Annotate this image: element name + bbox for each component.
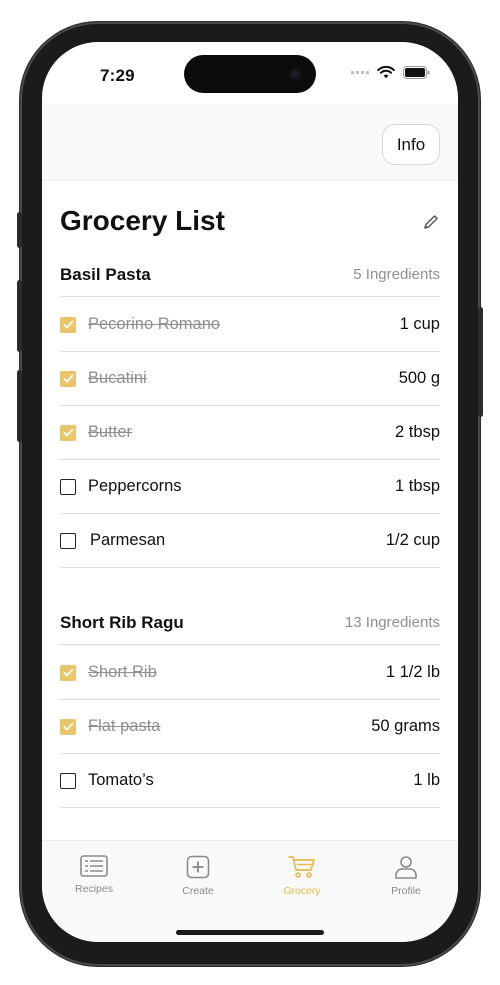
tab-label: Profile [391,885,421,897]
tab-grocery[interactable]: Grocery [250,855,354,897]
item-name: Bucatini [88,369,147,387]
item-quantity: 1 cup [399,315,440,333]
battery-icon [403,66,430,79]
checkmark-icon [62,722,74,731]
item-quantity: 500 g [398,369,440,387]
dynamic-island [184,55,316,93]
checkbox-checked[interactable] [60,424,76,441]
tab-label: Recipes [75,883,113,895]
item-quantity: 2 tbsp [395,423,440,441]
list-item[interactable]: Bucatini 500 g [60,352,440,406]
section-header-short-rib-ragu: Short Rib Ragu 13 Ingredients [60,601,440,645]
tab-recipes[interactable]: Recipes [42,855,146,895]
ingredient-count: 13 Ingredients [344,614,440,631]
camera-icon [288,67,302,81]
tab-label: Create [182,885,214,897]
status-icons [351,66,430,79]
screen: 7:29 Info Grocery List Basil Pasta 5 Ing… [42,42,458,942]
item-quantity: 50 grams [371,717,440,735]
wifi-icon [377,66,395,79]
volume-down-button [17,370,22,442]
item-name: Peppercorns [88,477,182,495]
list-item[interactable]: Tomato’s 1 lb [60,754,440,808]
checkbox-unchecked[interactable] [60,478,76,495]
section-title: Basil Pasta [60,264,151,284]
info-button[interactable]: Info [382,124,440,165]
list-item[interactable]: Butter 2 tbsp [60,406,440,460]
checkbox-checked[interactable] [60,718,76,735]
home-indicator [176,930,324,935]
person-icon [395,856,417,879]
status-time: 7:29 [100,66,135,85]
list-item[interactable]: Flat pasta 50 grams [60,700,440,754]
item-quantity: 1 1/2 lb [385,663,440,681]
ingredient-count: 5 Ingredients [353,266,440,283]
pencil-icon[interactable] [422,213,440,231]
checkbox-unchecked[interactable] [60,772,76,789]
tab-bar: Recipes Create Grocery Profile [42,840,458,942]
item-name: Butter [88,423,133,441]
item-name: Parmesan [90,531,166,549]
checkbox-unchecked[interactable] [60,532,76,549]
item-quantity: 1 lb [413,771,440,789]
plus-square-icon [186,855,210,879]
checkbox-checked[interactable] [60,664,76,681]
item-name: Tomato’s [88,771,154,789]
tab-create[interactable]: Create [146,855,250,897]
checkmark-icon [62,320,74,329]
item-name: Flat pasta [88,717,161,735]
list-item[interactable]: Parmesan 1/2 cup [60,514,440,568]
section-header-basil-pasta: Basil Pasta 5 Ingredients [60,253,440,297]
power-button [478,307,483,417]
section-title: Short Rib Ragu [60,612,184,632]
tab-profile[interactable]: Profile [354,855,458,897]
volume-up-button [17,280,22,352]
item-name: Pecorino Romano [88,315,221,333]
list-item[interactable]: Short Rib 1 1/2 lb [60,646,440,700]
list-item[interactable]: Peppercorns 1 tbsp [60,460,440,514]
checkbox-checked[interactable] [60,316,76,333]
item-name: Short Rib [88,663,157,681]
page-title: Grocery List [60,205,225,236]
list-item[interactable]: Pecorino Romano 1 cup [60,298,440,352]
checkmark-icon [62,668,74,677]
nav-header: Info [42,104,458,181]
tab-label: Grocery [283,885,321,897]
checkmark-icon [62,374,74,383]
action-button [17,212,22,248]
cart-icon [288,856,315,878]
item-quantity: 1 tbsp [395,477,440,495]
signal-icon [351,71,369,74]
checkmark-icon [62,428,74,437]
recipes-icon [80,855,108,877]
checkbox-checked[interactable] [60,370,76,387]
item-quantity: 1/2 cup [385,531,440,549]
